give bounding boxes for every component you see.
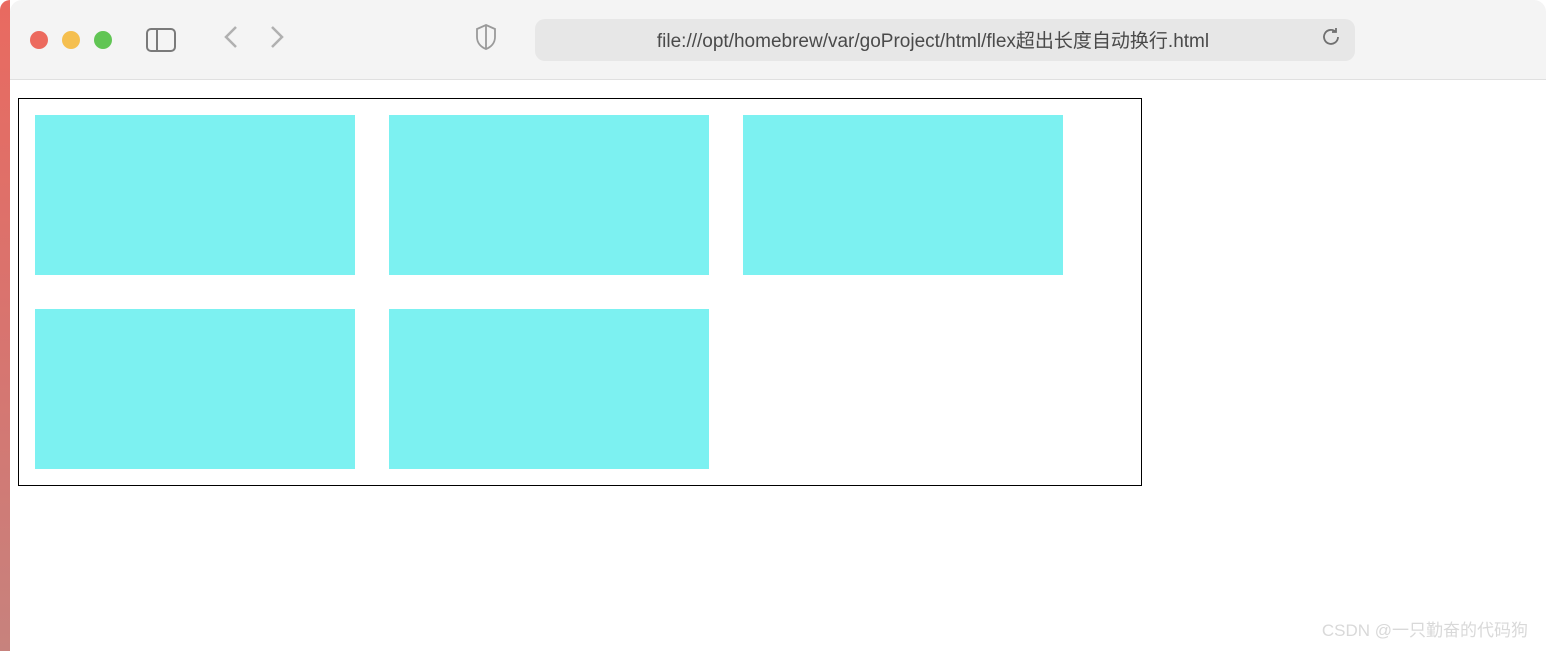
window-controls [30, 31, 112, 49]
flex-item [35, 115, 355, 275]
sidebar-toggle-button[interactable] [146, 28, 176, 52]
close-window-button[interactable] [30, 31, 48, 49]
flex-item [35, 309, 355, 469]
address-bar[interactable]: file:///opt/homebrew/var/goProject/html/… [535, 19, 1355, 61]
flex-item [389, 115, 709, 275]
back-button[interactable] [222, 25, 240, 54]
flex-item [389, 309, 709, 469]
forward-button[interactable] [268, 25, 286, 54]
flex-container [18, 98, 1142, 486]
browser-toolbar: file:///opt/homebrew/var/goProject/html/… [10, 0, 1546, 80]
watermark-text: CSDN @一只勤奋的代码狗 [1322, 616, 1528, 641]
privacy-shield-button[interactable] [475, 24, 497, 55]
chevron-right-icon [268, 25, 286, 49]
flex-item [743, 115, 1063, 275]
sidebar-icon [146, 28, 176, 52]
page-viewport [0, 80, 1546, 486]
reload-button[interactable] [1321, 27, 1341, 52]
minimize-window-button[interactable] [62, 31, 80, 49]
maximize-window-button[interactable] [94, 31, 112, 49]
chevron-left-icon [222, 25, 240, 49]
reload-icon [1321, 27, 1341, 47]
url-text: file:///opt/homebrew/var/goProject/html/… [657, 26, 1209, 53]
shield-icon [475, 24, 497, 50]
navigation-arrows [222, 25, 286, 54]
